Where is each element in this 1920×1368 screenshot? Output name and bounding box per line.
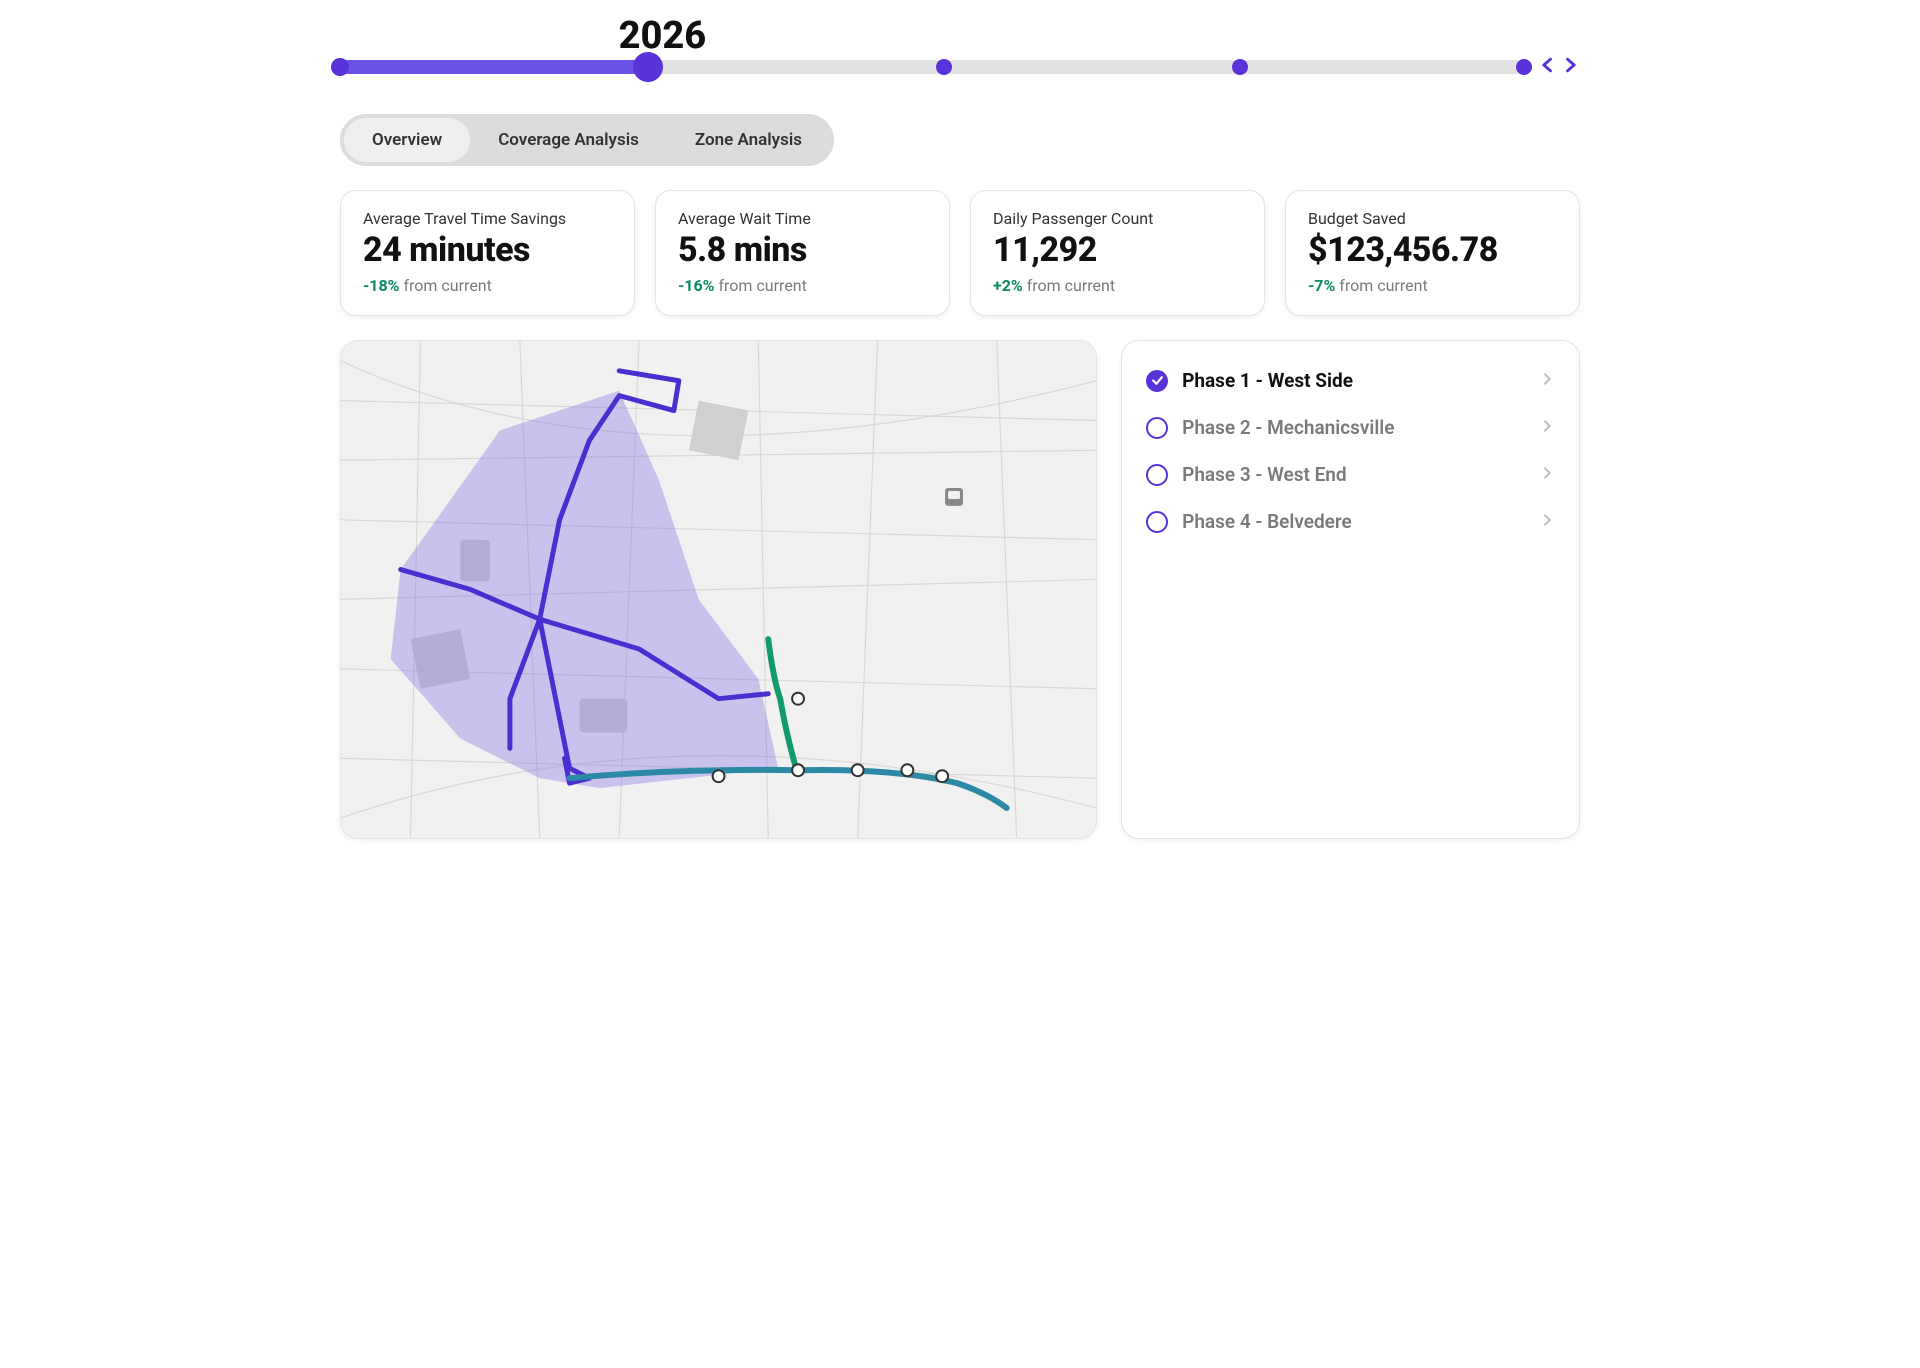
timeline-handle[interactable] (633, 52, 663, 82)
phase-label: Phase 4 - Belvedere (1182, 510, 1525, 533)
chevron-right-icon (1539, 418, 1555, 438)
timeline-prev-button[interactable] (1538, 53, 1558, 81)
metric-value: $123,456.78 (1308, 230, 1557, 270)
tab-zone-analysis[interactable]: Zone Analysis (667, 118, 830, 162)
route-map[interactable] (340, 340, 1097, 839)
timeline-track[interactable] (340, 60, 1524, 74)
timeline-fill (340, 60, 648, 74)
phase-item-2[interactable]: Phase 2 - Mechanicsville (1130, 404, 1571, 451)
metric-delta: -18% from current (363, 276, 612, 295)
chevron-right-icon (1560, 53, 1580, 77)
metric-delta: +2% from current (993, 276, 1242, 295)
phase-label: Phase 3 - West End (1182, 463, 1525, 486)
phase-list: Phase 1 - West Side Phase 2 - Mechanicsv… (1121, 340, 1580, 839)
phase-label: Phase 1 - West Side (1182, 369, 1525, 392)
phase-label: Phase 2 - Mechanicsville (1182, 416, 1525, 439)
metric-label: Average Wait Time (678, 209, 927, 228)
chevron-right-icon (1539, 512, 1555, 532)
view-tabs: Overview Coverage Analysis Zone Analysis (340, 114, 834, 166)
timeline-stop-3[interactable] (1232, 59, 1248, 75)
metric-budget-saved: Budget Saved $123,456.78 -7% from curren… (1285, 190, 1580, 316)
metric-value: 11,292 (993, 230, 1242, 270)
metric-delta: -7% from current (1308, 276, 1557, 295)
metric-value: 5.8 mins (678, 230, 927, 270)
circle-icon (1146, 511, 1168, 533)
metric-value: 24 minutes (363, 230, 612, 270)
metrics-row: Average Travel Time Savings 24 minutes -… (340, 190, 1580, 316)
timeline-stop-0[interactable] (331, 58, 349, 76)
circle-icon (1146, 464, 1168, 486)
metric-label: Budget Saved (1308, 209, 1557, 228)
circle-icon (1146, 417, 1168, 439)
phase-item-3[interactable]: Phase 3 - West End (1130, 451, 1571, 498)
metric-delta: -16% from current (678, 276, 927, 295)
tab-coverage-analysis[interactable]: Coverage Analysis (470, 118, 667, 162)
phase-item-4[interactable]: Phase 4 - Belvedere (1130, 498, 1571, 545)
timeline-year-label: 2026 (619, 14, 707, 58)
timeline-next-button[interactable] (1560, 53, 1580, 81)
tab-overview[interactable]: Overview (344, 118, 470, 162)
metric-label: Daily Passenger Count (993, 209, 1242, 228)
phase-item-1[interactable]: Phase 1 - West Side (1130, 357, 1571, 404)
chevron-right-icon (1539, 371, 1555, 391)
timeline-stop-4[interactable] (1516, 59, 1532, 75)
check-circle-icon (1146, 370, 1168, 392)
metric-wait-time: Average Wait Time 5.8 mins -16% from cur… (655, 190, 950, 316)
timeline: 2026 (340, 60, 1580, 74)
chevron-right-icon (1539, 465, 1555, 485)
metric-passenger-count: Daily Passenger Count 11,292 +2% from cu… (970, 190, 1265, 316)
metric-label: Average Travel Time Savings (363, 209, 612, 228)
timeline-stop-2[interactable] (936, 59, 952, 75)
chevron-left-icon (1538, 53, 1558, 77)
metric-travel-time-savings: Average Travel Time Savings 24 minutes -… (340, 190, 635, 316)
